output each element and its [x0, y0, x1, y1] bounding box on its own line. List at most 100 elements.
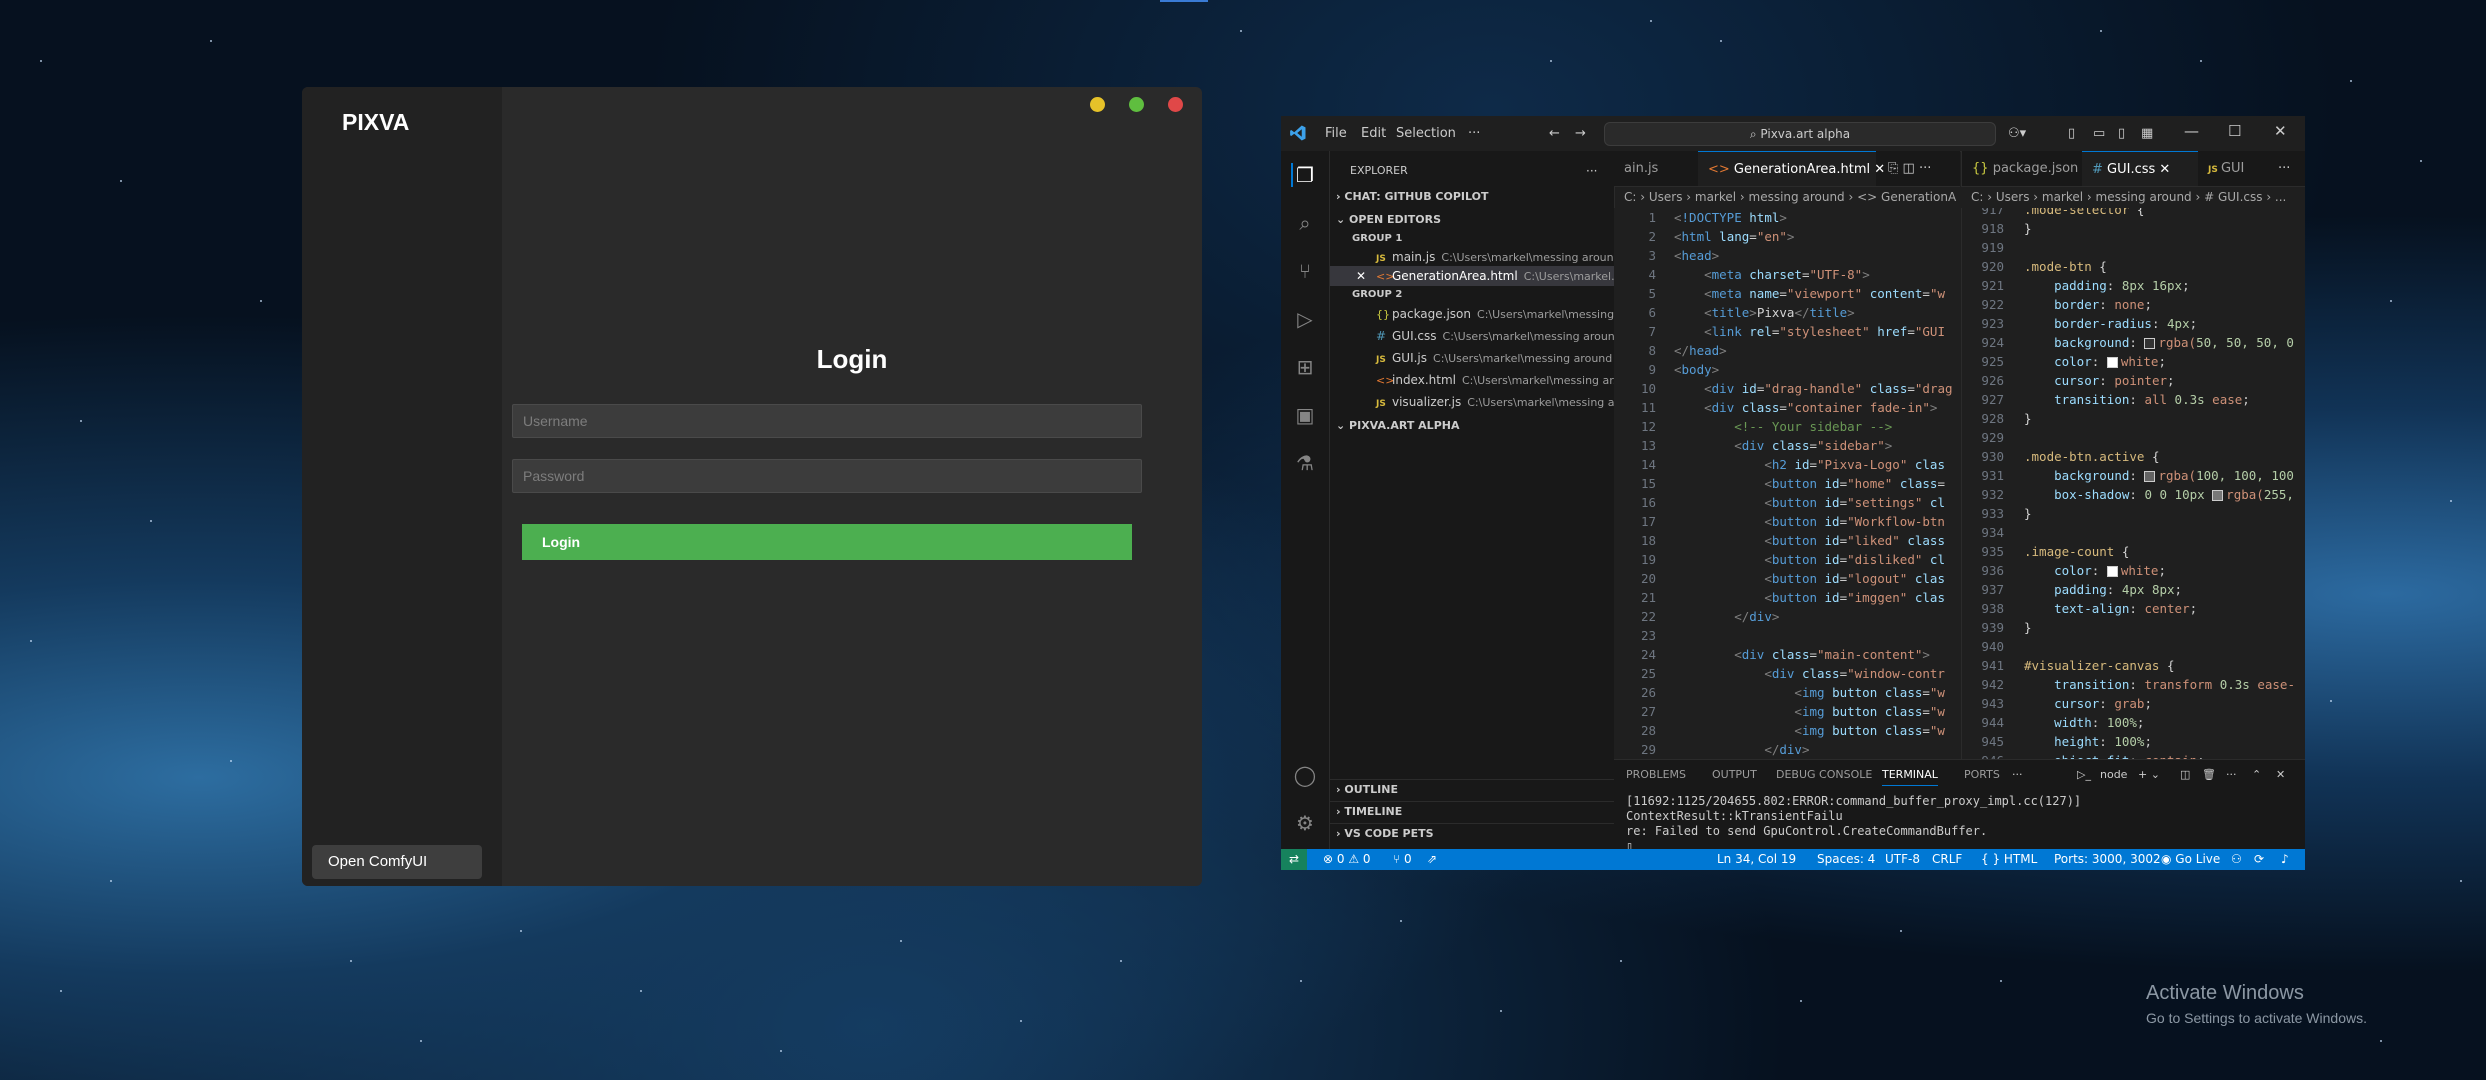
window-maximize-icon[interactable]: ☐ [2228, 122, 2241, 140]
tab-generationarea-html[interactable]: <> GenerationArea.html ✕ [1698, 151, 1885, 186]
cursor-position[interactable]: Ln 34, Col 19 [1717, 849, 1796, 870]
editor-right[interactable]: 917 918 919 920 921 922 923 924 925 926 927 928 929 9… [1961, 208, 2305, 759]
tab-gui-js[interactable]: JS GUI [2198, 151, 2268, 186]
close-icon[interactable]: ✕ [1356, 266, 1376, 286]
file-name: GUI.js [1392, 351, 1428, 365]
timeline-section[interactable]: › TIMELINE [1330, 801, 1620, 822]
workspace-section[interactable]: ⌄ PIXVA.ART ALPHA [1330, 416, 1620, 436]
background-star [120, 180, 122, 182]
indentation[interactable]: Spaces: 4 [1817, 849, 1875, 870]
tab-gui-css[interactable]: # GUI.css ✕ [2082, 151, 2198, 186]
breadcrumb-right[interactable]: C: › Users › markel › messing around › #… [1971, 186, 2305, 208]
chat-copilot-section[interactable]: › CHAT: GITHUB COPILOT [1330, 187, 1620, 207]
window-minimize-icon[interactable]: — [2184, 122, 2199, 140]
open-editor-item[interactable]: # GUI.css C:\Users\markel\messing around [1330, 326, 1660, 346]
background-star [1800, 1000, 1802, 1002]
password-input[interactable] [512, 459, 1142, 493]
section-label: PIXVA.ART ALPHA [1349, 419, 1460, 432]
search-icon[interactable]: ⌕ [1293, 211, 1317, 235]
editor-actions-left[interactable]: ⎘ ◫ ··· [1878, 151, 1960, 186]
maximize-button[interactable] [1129, 97, 1144, 112]
bottom-panel: PROBLEMS OUTPUT DEBUG CONSOLE TERMINAL P… [1614, 759, 2305, 853]
copilot-icon[interactable]: ⚇▾ [2008, 126, 2026, 141]
sync-icon[interactable]: ⟳ [2254, 849, 2264, 870]
breadcrumb-left[interactable]: C: › Users › markel › messing around › <… [1624, 186, 1960, 208]
menu-selection[interactable]: Selection [1396, 126, 1456, 141]
background-star [110, 880, 112, 882]
tab-debug-console[interactable]: DEBUG CONSOLE [1776, 768, 1872, 781]
tab-terminal[interactable]: TERMINAL [1882, 768, 1938, 786]
panel-more-icon[interactable]: ··· [2012, 768, 2023, 781]
open-editor-item[interactable]: JS visualizer.js C:\Users\markel\messing a… [1330, 392, 1660, 412]
pixva-window: PIXVA Open ComfyUI Login Login [302, 87, 1202, 886]
open-editor-item[interactable]: JS main.js C:\Users\markel\messing around [1330, 247, 1660, 267]
tab-output[interactable]: OUTPUT [1712, 768, 1757, 781]
ports-forwarded-status[interactable]: ⑂ 0 [1393, 849, 1412, 870]
background-star [1500, 1010, 1502, 1012]
terminal-shell[interactable]: node [2100, 768, 2127, 781]
background-star [1720, 40, 1722, 42]
kill-terminal-icon[interactable]: 🗑 [2202, 768, 2216, 781]
section-label: OUTLINE [1344, 783, 1398, 796]
close-icon[interactable]: ✕ [2159, 162, 2170, 177]
open-editor-item-active[interactable]: ✕ <>GenerationArea.html C:\Users\markel... [1330, 266, 1640, 286]
minimize-button[interactable] [1090, 97, 1105, 112]
testing-icon[interactable]: ⚗ [1293, 451, 1317, 475]
go-live-button[interactable]: ◉ Go Live [2161, 849, 2220, 870]
extensions-icon[interactable]: ⊞ [1293, 355, 1317, 379]
tab-package-json[interactable]: {} package.json [1962, 151, 2082, 186]
terminal-more-icon[interactable]: ··· [2226, 768, 2237, 781]
menu-more[interactable]: ··· [1468, 126, 1480, 141]
background-star [1120, 960, 1122, 962]
explorer-more-icon[interactable]: ··· [1586, 161, 1606, 181]
accounts-icon[interactable]: ◯ [1293, 763, 1317, 787]
command-center-search[interactable]: ⌕ Pixva.art alpha [1604, 122, 1996, 146]
copilot-status-icon[interactable]: ⚇ [2231, 849, 2242, 870]
open-editor-item[interactable]: <>index.html C:\Users\markel\messing ar..… [1330, 370, 1660, 390]
customize-layout-icon[interactable]: ▦ [2141, 126, 2153, 141]
terminal-output[interactable]: [11692:1125/204655.802:ERROR:command_buf… [1626, 794, 2296, 854]
tabs-more-icon[interactable]: ··· [2268, 151, 2305, 186]
tab-main-js[interactable]: ain.js [1614, 151, 1698, 186]
source-control-icon[interactable]: ⑂ [1293, 259, 1317, 283]
ports-status[interactable]: Ports: 3000, 3002 [2054, 849, 2161, 870]
nav-forward-icon[interactable]: → [1575, 126, 1586, 141]
share-icon[interactable]: ⇗ [1427, 849, 1437, 870]
close-button[interactable] [1168, 97, 1183, 112]
close-panel-icon[interactable]: ✕ [2276, 768, 2285, 781]
nav-back-icon[interactable]: ← [1549, 126, 1560, 141]
editor-left[interactable]: 1 2 3 4 5 6 7 8 9 10 11 12 13 14 15 16 17 18 19 20 21 22 23 24 2… [1614, 208, 1960, 759]
toggle-sidebar-icon[interactable]: ▯ [2068, 126, 2075, 141]
remote-explorer-icon[interactable]: ▣ [1293, 403, 1317, 427]
menu-file[interactable]: File [1325, 126, 1347, 141]
problems-status[interactable]: ⊗ 0 ⚠ 0 [1323, 849, 1371, 870]
tab-problems[interactable]: PROBLEMS [1626, 768, 1686, 781]
language-mode[interactable]: { } HTML [1981, 849, 2037, 870]
open-editor-item[interactable]: JS GUI.js C:\Users\markel\messing around [1330, 348, 1660, 368]
manage-gear-icon[interactable]: ⚙ [1293, 811, 1317, 835]
encoding[interactable]: UTF-8 [1885, 849, 1920, 870]
run-debug-icon[interactable]: ▷ [1293, 307, 1317, 331]
remote-indicator-icon[interactable]: ⇄ [1281, 849, 1307, 870]
line-endings[interactable]: CRLF [1932, 849, 1962, 870]
window-close-icon[interactable]: ✕ [2274, 122, 2287, 140]
open-comfyui-button[interactable]: Open ComfyUI [312, 845, 482, 879]
maximize-panel-icon[interactable]: ⌃ [2252, 768, 2261, 781]
toggle-secondary-icon[interactable]: ▯ [2118, 126, 2125, 141]
vscode-pets-section[interactable]: › VS CODE PETS [1330, 823, 1620, 844]
login-button[interactable]: Login [522, 524, 1132, 560]
notifications-bell-icon[interactable]: ♪ [2281, 849, 2289, 870]
explorer-icon[interactable]: ❐ [1291, 163, 1317, 187]
open-editor-item[interactable]: {} package.json C:\Users\markel\messing... [1330, 304, 1660, 324]
split-terminal-icon[interactable]: ◫ [2180, 768, 2190, 781]
toggle-panel-icon[interactable]: ▭ [2093, 126, 2105, 141]
username-input[interactable] [512, 404, 1142, 438]
outline-section[interactable]: › OUTLINE [1330, 779, 1620, 800]
tab-ports[interactable]: PORTS [1964, 768, 2000, 781]
css-file-icon: # [2092, 162, 2108, 177]
new-terminal-icon[interactable]: + ⌄ [2138, 768, 2160, 781]
open-editors-section[interactable]: ⌄ OPEN EDITORS [1330, 210, 1620, 230]
menu-edit[interactable]: Edit [1361, 126, 1386, 141]
js-file-icon: JS [1376, 355, 1386, 365]
section-label: VS CODE PETS [1344, 827, 1434, 840]
